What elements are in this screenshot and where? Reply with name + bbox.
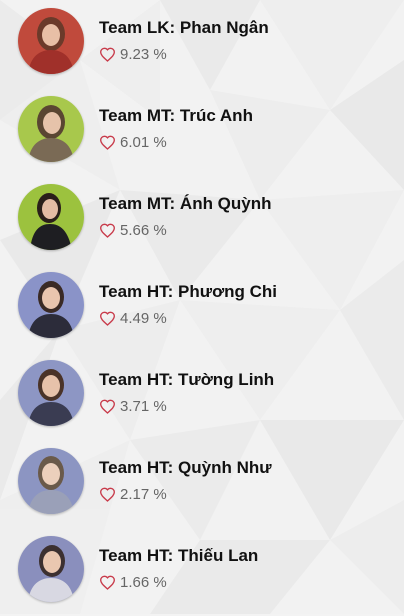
vote-percentage: 2.17 %: [99, 485, 167, 503]
vote-percentage: 4.49 %: [99, 309, 167, 327]
heart-outline-icon[interactable]: [99, 399, 116, 414]
avatar[interactable]: [18, 8, 84, 74]
person-photo-icon: [18, 184, 84, 250]
percent-text: 1.66 %: [120, 573, 167, 591]
vote-percentage: 9.23 %: [99, 45, 167, 63]
list-item[interactable]: Team HT: Phương Chi 4.49 %: [0, 264, 404, 352]
vote-percentage: 5.66 %: [99, 221, 167, 239]
heart-outline-icon[interactable]: [99, 575, 116, 590]
contestant-name: Team HT: Thiếu Lan: [99, 546, 259, 565]
contestant-name: Team HT: Phương Chi: [99, 282, 278, 301]
list-item[interactable]: Team MT: Ánh Quỳnh 5.66 %: [0, 176, 404, 264]
vote-percentage: 1.66 %: [99, 573, 167, 591]
heart-outline-icon[interactable]: [99, 487, 116, 502]
heart-outline-icon[interactable]: [99, 223, 116, 238]
vote-percentage: 3.71 %: [99, 397, 167, 415]
percent-text: 3.71 %: [120, 397, 167, 415]
heart-outline-icon[interactable]: [99, 135, 116, 150]
person-photo-icon: [18, 360, 84, 426]
heart-outline-icon[interactable]: [99, 311, 116, 326]
person-photo-icon: [18, 448, 84, 514]
contestant-name: Team LK: Phan Ngân: [99, 18, 269, 37]
list-item[interactable]: Team LK: Phan Ngân 9.23 %: [0, 0, 404, 88]
list-item[interactable]: Team MT: Trúc Anh 6.01 %: [0, 88, 404, 176]
person-photo-icon: [18, 8, 84, 74]
percent-text: 2.17 %: [120, 485, 167, 503]
avatar[interactable]: [18, 536, 84, 602]
avatar[interactable]: [18, 360, 84, 426]
contestant-list: Team LK: Phan Ngân 9.23 % Team MT: Trúc …: [0, 0, 404, 614]
percent-text: 6.01 %: [120, 133, 167, 151]
avatar[interactable]: [18, 184, 84, 250]
avatar[interactable]: [18, 96, 84, 162]
percent-text: 4.49 %: [120, 309, 167, 327]
avatar[interactable]: [18, 448, 84, 514]
percent-text: 5.66 %: [120, 221, 167, 239]
heart-outline-icon[interactable]: [99, 47, 116, 62]
contestant-name: Team HT: Tường Linh: [99, 370, 275, 389]
contestant-name: Team HT: Quỳnh Như: [99, 458, 272, 477]
contestant-name: Team MT: Trúc Anh: [99, 106, 253, 125]
vote-percentage: 6.01 %: [99, 133, 167, 151]
person-photo-icon: [18, 96, 84, 162]
list-item[interactable]: Team HT: Tường Linh 3.71 %: [0, 352, 404, 440]
person-photo-icon: [18, 536, 84, 602]
list-item[interactable]: Team HT: Thiếu Lan 1.66 %: [0, 528, 404, 616]
list-item[interactable]: Team HT: Quỳnh Như 2.17 %: [0, 440, 404, 528]
person-photo-icon: [18, 272, 84, 338]
percent-text: 9.23 %: [120, 45, 167, 63]
avatar[interactable]: [18, 272, 84, 338]
contestant-name: Team MT: Ánh Quỳnh: [99, 194, 272, 213]
